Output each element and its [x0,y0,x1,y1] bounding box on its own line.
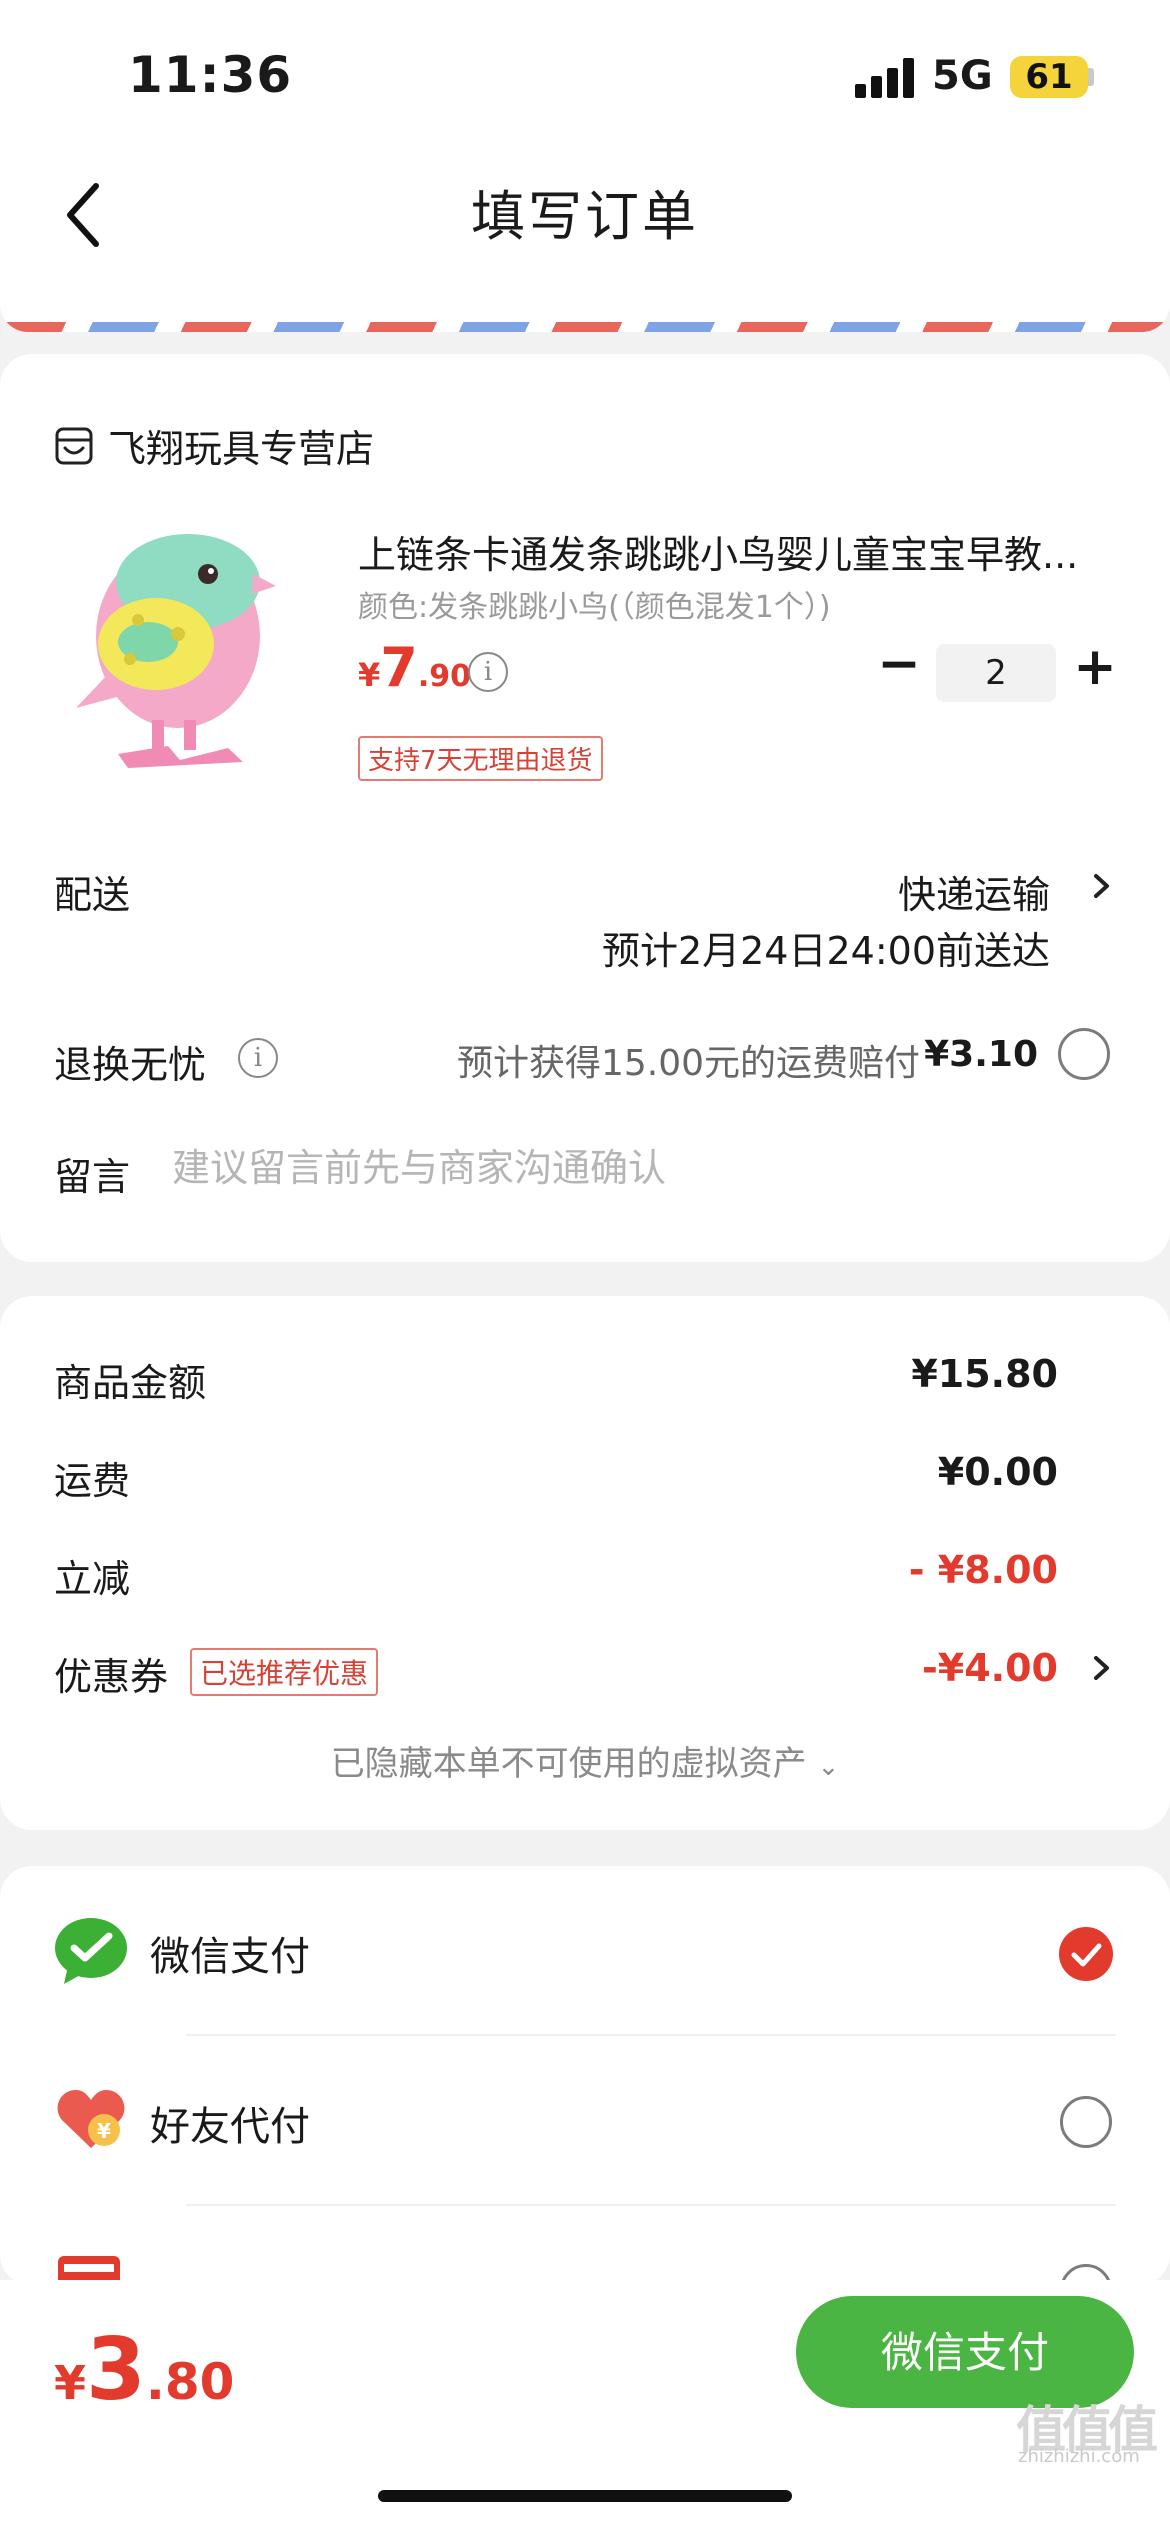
shop-name[interactable]: 飞翔玩具专营店 [108,418,374,473]
return-policy-badge: 支持7天无理由退货 [358,736,603,781]
network-type: 5G [932,53,993,99]
product-title[interactable]: 上链条卡通发条跳跳小鸟婴儿童宝宝早教... [358,524,1118,579]
battery-icon: 61 [1010,56,1088,98]
battery-cap [1088,68,1094,86]
delivery-label: 配送 [54,873,131,917]
signal-icon [855,58,917,98]
nav-bar: 填写订单 [0,140,1170,290]
payment-option-third[interactable] [0,2206,1170,2286]
chevron-right-icon[interactable] [1090,1650,1114,1686]
status-bar: 11:36 5G 61 [0,0,1170,140]
product-spec: 颜色:发条跳跳小鸟(（颜色混发1个）) [358,590,831,625]
insurance-price: ¥3.10 [924,1034,1038,1075]
shop-icon [55,427,93,465]
goods-amount-value: ¥15.80 [911,1352,1058,1396]
svg-text:¥: ¥ [97,2119,111,2143]
shipping-value: ¥0.00 [937,1450,1058,1494]
unit-price: ¥7.90 [358,636,471,699]
wechat-pay-icon [55,1918,127,1984]
coupon-value[interactable]: -¥4.00 [922,1646,1058,1690]
delivery-method[interactable]: 快递运输 [898,864,1050,919]
coupon-tag: 已选推荐优惠 [190,1648,379,1696]
message-label: 留言 [54,1155,131,1199]
chevron-down-icon: ⌄ [817,1752,840,1782]
payment-radio[interactable] [1060,2096,1112,2148]
discount-value: - ¥8.00 [908,1548,1058,1592]
delivery-eta: 预计2月24日24:00前送达 [601,929,1050,973]
goods-amount-label: 商品金额 [54,1361,207,1405]
checked-icon[interactable] [1058,1926,1114,1982]
insurance-label: 退换无忧 [54,1043,207,1087]
insurance-description: 预计获得15.00元的运费赔付 [456,1043,920,1084]
quantity-decrease-button[interactable]: − [876,638,922,690]
hidden-assets-toggle[interactable]: 已隐藏本单不可使用的虚拟资产 ⌄ [0,1736,1170,1785]
quantity-increase-button[interactable]: + [1072,641,1118,693]
message-input[interactable] [172,1146,1072,1190]
watermark-text: zhizhizhi.com [1018,2446,1140,2467]
discount-label: 立减 [54,1557,131,1601]
status-time: 11:36 [128,46,293,104]
address-airmail-border [0,290,1170,332]
payment-option-friend[interactable]: ¥ 好友代付 [0,2036,1170,2206]
home-indicator[interactable] [378,2490,792,2502]
checkout-bar: ¥3.80 微信支付 [0,2280,1170,2532]
price-summary-card: 商品金额 ¥15.80 运费 ¥0.00 立减 - ¥8.00 优惠券 已选推荐… [0,1296,1170,1830]
page-title: 填写订单 [471,185,699,248]
shipping-label: 运费 [54,1459,131,1503]
order-item-card: 飞翔玩具专营店 上链条卡通发条跳跳小鸟婴儿童宝宝早教... 颜色:发条跳跳小鸟(… [0,354,1170,1262]
coupon-label: 优惠券 [54,1655,169,1699]
chevron-right-icon[interactable] [1090,868,1114,904]
product-image[interactable] [68,524,288,774]
total-price: ¥3.80 [54,2320,235,2420]
friend-pay-heart-icon: ¥ [57,2090,125,2148]
payment-option-wechat[interactable]: 微信支付 [0,1866,1170,2036]
payment-methods-card: 微信支付 ¥ 好友代付 [0,1866,1170,2286]
quantity-field[interactable]: 2 [936,644,1056,702]
payment-label: 好友代付 [150,2104,310,2150]
insurance-radio[interactable] [1058,1028,1110,1080]
insurance-info-icon[interactable]: i [238,1038,278,1078]
price-info-icon[interactable]: i [468,652,508,692]
payment-label: 微信支付 [150,1934,310,1980]
